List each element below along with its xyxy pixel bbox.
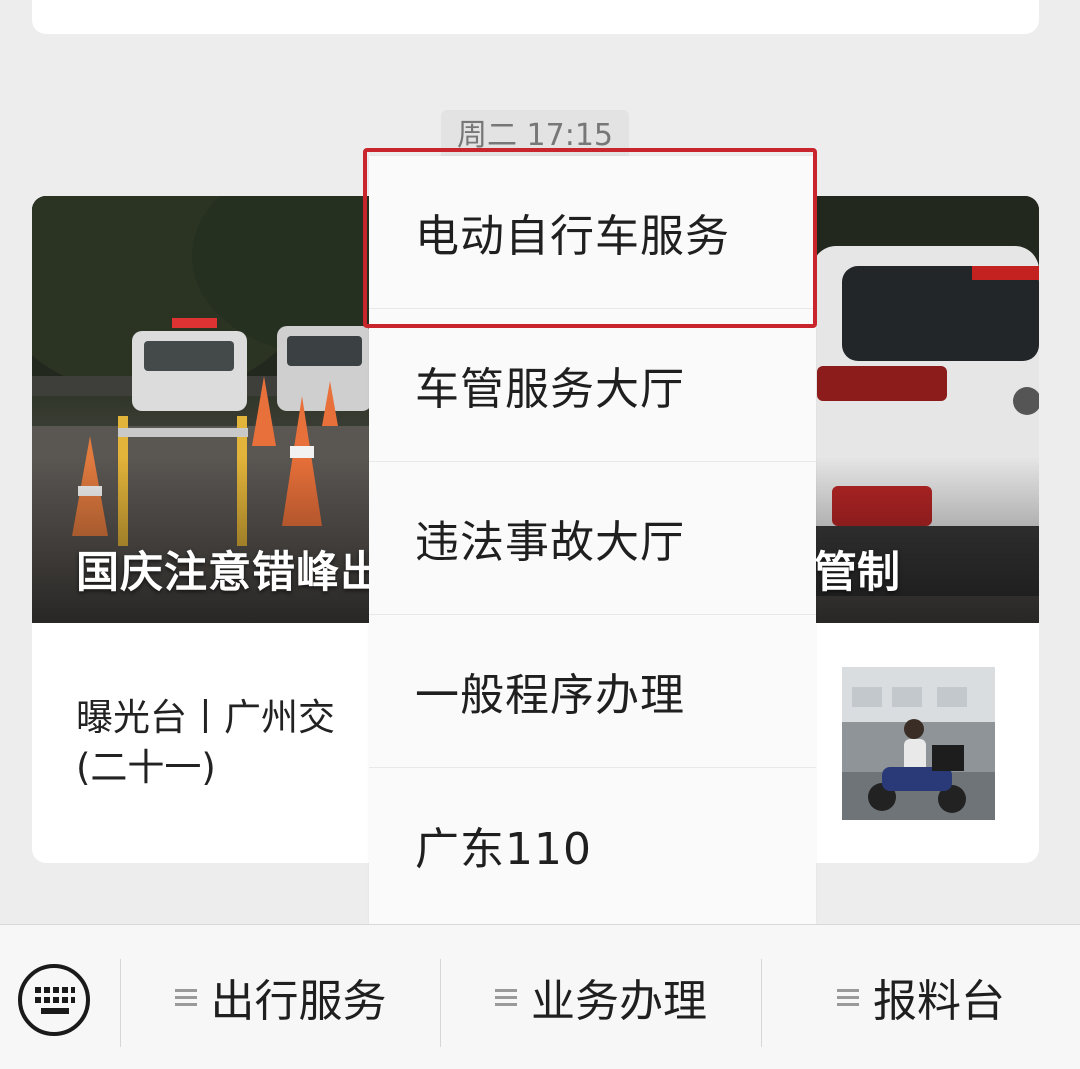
menu-item-label: 广东110 xyxy=(415,823,592,875)
menu-travel-service[interactable]: 出行服务 xyxy=(121,925,440,1069)
menu-report-desk[interactable]: 报料台 xyxy=(762,925,1080,1069)
thumbnail-scene-illustration xyxy=(842,667,995,820)
hero-caption: 国庆注意错峰出 xyxy=(76,548,384,598)
keyboard-icon xyxy=(18,964,90,1036)
menu-item-label: 一般程序办理 xyxy=(415,670,685,721)
menu-item-label: 违法事故大厅 xyxy=(415,517,685,568)
menu-lines-icon xyxy=(174,989,197,1006)
menu-item-label: 车管服务大厅 xyxy=(415,364,685,415)
menu-lines-icon xyxy=(837,989,859,1006)
menu-item-ebike-service[interactable]: 电动自行车服务 xyxy=(369,156,816,309)
menu-item-general-procedure[interactable]: 一般程序办理 xyxy=(369,615,816,768)
hero-caption-right: 管制 xyxy=(814,548,900,598)
menu-lines-icon xyxy=(495,989,517,1006)
menu-business-handling[interactable]: 业务办理 xyxy=(441,925,761,1069)
menu-item-guangdong-110[interactable]: 广东110 xyxy=(369,768,816,921)
submenu-popup: 电动自行车服务 车管服务大厅 违法事故大厅 一般程序办理 广东110 xyxy=(369,156,816,924)
menu-item-violation-hall[interactable]: 违法事故大厅 xyxy=(369,462,816,615)
keyboard-toggle-button[interactable] xyxy=(17,963,91,1037)
menu-item-label: 电动自行车服务 xyxy=(415,211,730,262)
menu-item-vehicle-hall[interactable]: 车管服务大厅 xyxy=(369,309,816,462)
previous-message-card[interactable] xyxy=(32,0,1039,34)
menu-label: 业务办理 xyxy=(531,976,707,1027)
menu-label: 出行服务 xyxy=(210,976,387,1027)
message-timestamp: 周二 17:15 xyxy=(441,110,629,162)
article-thumbnail xyxy=(842,667,995,820)
menu-label: 报料台 xyxy=(873,976,1005,1027)
bottom-menu-bar: 出行服务 业务办理 报料台 xyxy=(0,924,1080,1069)
